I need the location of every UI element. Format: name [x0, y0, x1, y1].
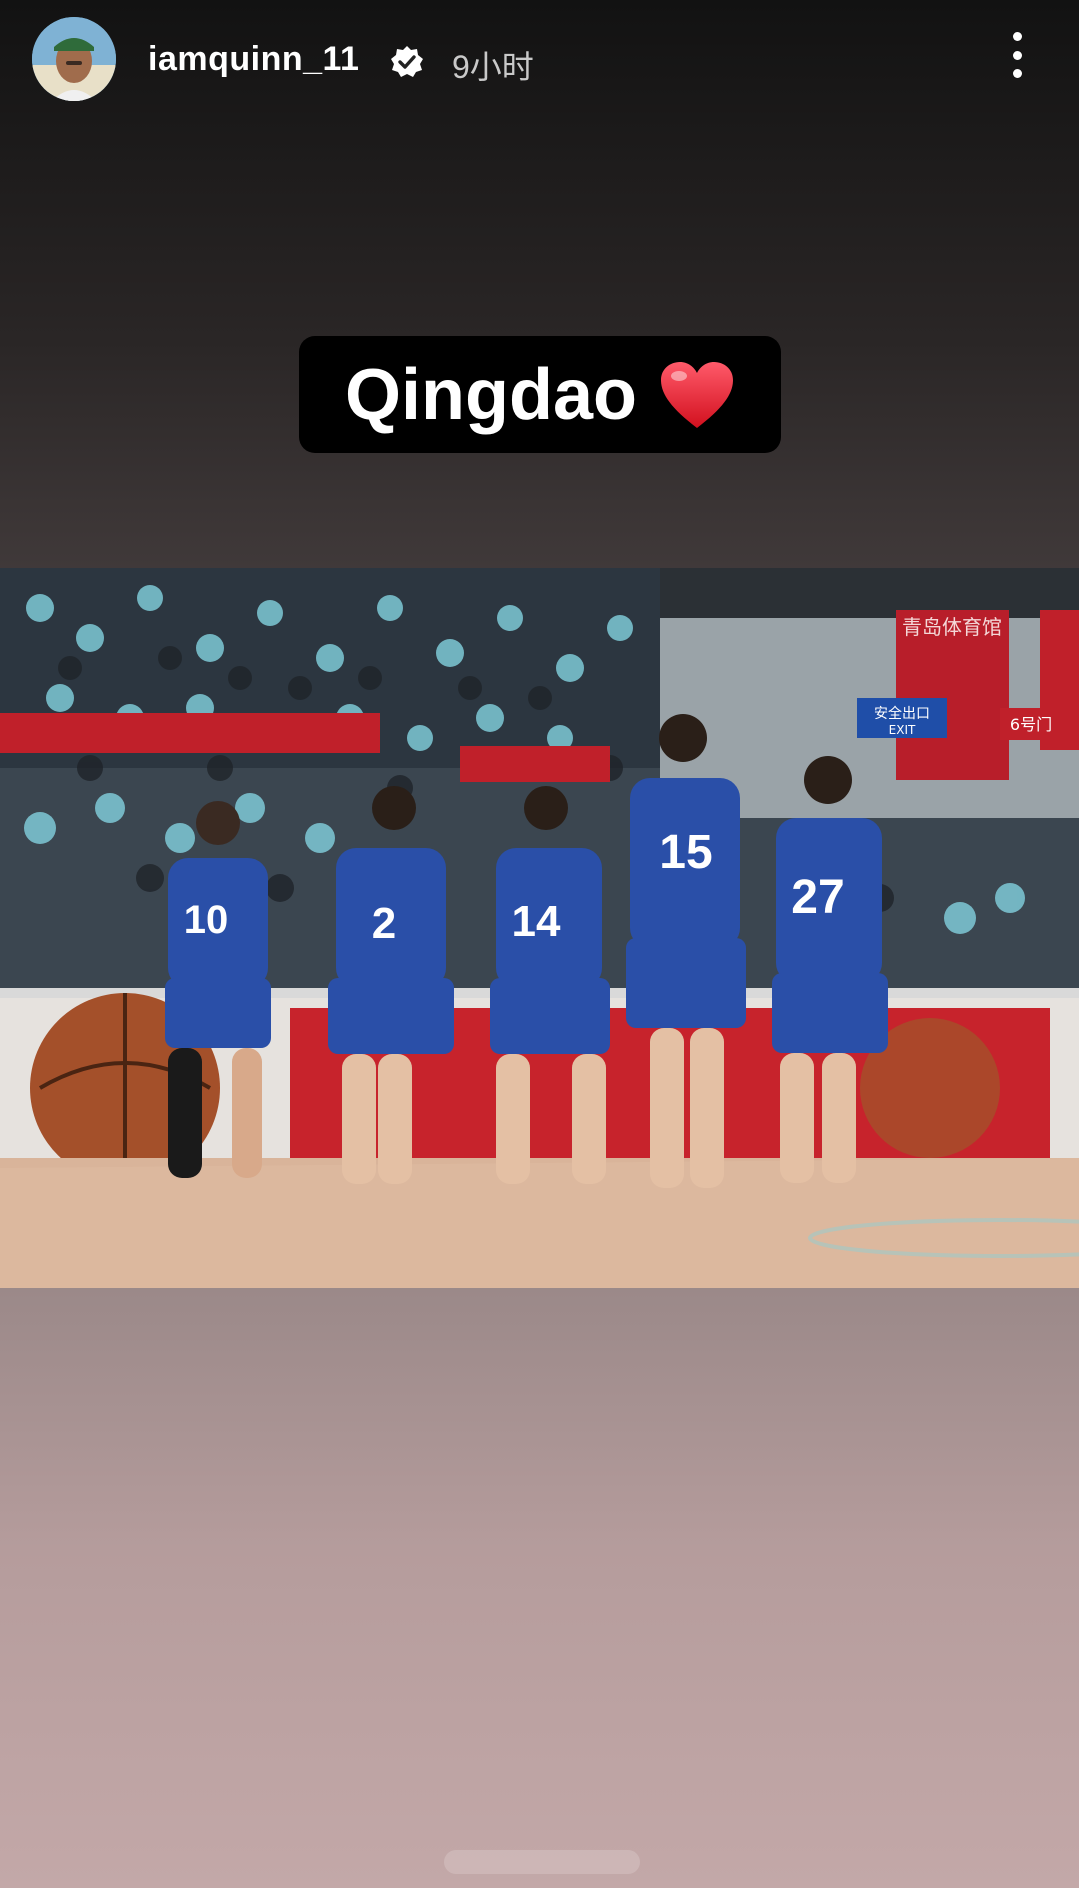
- caption-text: Qingdao: [345, 354, 637, 435]
- jersey-number: 27: [791, 871, 844, 924]
- jersey-number: 15: [659, 826, 712, 879]
- story-header: iamquinn_11 9小时: [0, 0, 1079, 126]
- caption-sticker: Qingdao: [299, 336, 781, 453]
- jersey-number: 14: [512, 897, 561, 946]
- username[interactable]: iamquinn_11: [148, 40, 359, 79]
- heart-emoji-icon: [659, 360, 735, 430]
- gate-sign-text: 6号门: [1010, 715, 1052, 734]
- story-photo: 青岛体育馆 安全出口 EXIT 6号门 10 2 14 15 27: [0, 568, 1079, 1288]
- more-options-icon[interactable]: [1004, 32, 1030, 78]
- exit-sign-en: EXIT: [889, 723, 916, 737]
- user-avatar[interactable]: [32, 17, 116, 101]
- blurred-reply-hint: [444, 1850, 640, 1874]
- banner-text: 青岛体育馆: [902, 615, 1002, 639]
- exit-sign-text: 安全出口: [874, 705, 930, 722]
- verified-badge-icon: [390, 45, 424, 79]
- jersey-number: 2: [372, 899, 396, 948]
- post-time: 9小时: [452, 49, 534, 85]
- jersey-number: 10: [184, 898, 229, 942]
